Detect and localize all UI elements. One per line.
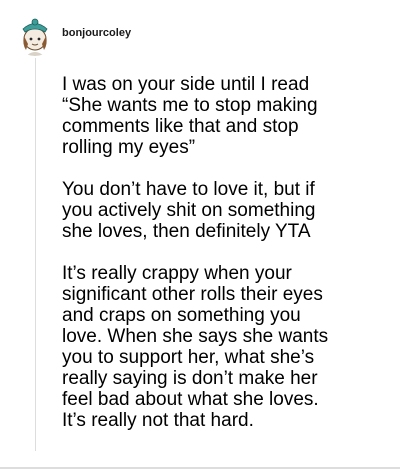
- comment-post: bonjourcoley I was on your side until I …: [0, 0, 400, 469]
- comment-paragraph: You don’t have to love it, but if you ac…: [62, 179, 316, 242]
- username-link[interactable]: bonjourcoley: [62, 27, 131, 39]
- avatar[interactable]: [14, 14, 56, 56]
- cartoon-character-avatar-icon: [14, 14, 56, 56]
- thread-line-divider: [35, 58, 36, 451]
- comment-paragraph: It’s really crappy when your significant…: [62, 263, 329, 431]
- comment-body: I was on your side until I read “She wan…: [62, 74, 382, 431]
- comment-paragraph: I was on your side until I read “She wan…: [62, 74, 318, 158]
